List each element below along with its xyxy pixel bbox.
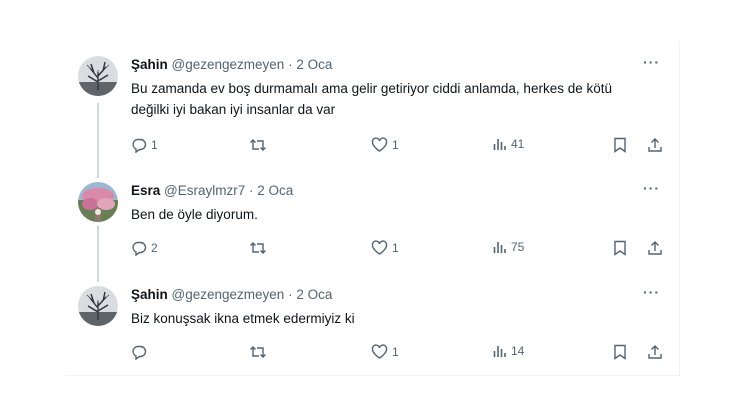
- separator-dot: ·: [288, 287, 293, 302]
- avatar[interactable]: [78, 56, 118, 96]
- views-chart-icon: [493, 139, 506, 150]
- more-options-icon[interactable]: ···: [643, 54, 660, 70]
- heart-icon: [371, 137, 388, 152]
- share-button[interactable]: [647, 240, 663, 256]
- reply-icon: [132, 345, 147, 360]
- like-count: 1: [392, 138, 399, 152]
- bookmark-button[interactable]: [613, 240, 627, 256]
- views-count: 14: [511, 344, 525, 358]
- tweet-date[interactable]: 2 Oca: [296, 57, 332, 72]
- tweet-header: Esra @Esraylmzr7 · 2 Oca: [131, 182, 293, 200]
- views-chart-icon: [493, 346, 506, 357]
- share-icon: [648, 241, 662, 255]
- views-button[interactable]: 75: [493, 240, 524, 254]
- tweet[interactable]: Şahin @gezengezmeyen · 2 Oca ··· Bu zama…: [66, 54, 680, 166]
- tweet-actions: 2 1 75: [131, 240, 671, 258]
- tweet[interactable]: Şahin @gezengezmeyen · 2 Oca ··· Biz kon…: [66, 284, 680, 366]
- share-icon: [648, 345, 662, 359]
- retweet-button[interactable]: [249, 137, 271, 153]
- retweet-button[interactable]: [249, 344, 271, 360]
- tweet[interactable]: Esra @Esraylmzr7 · 2 Oca ··· Ben de öyle…: [66, 180, 680, 262]
- avatar[interactable]: [78, 182, 118, 222]
- share-icon: [648, 138, 662, 152]
- like-count: 1: [392, 345, 399, 359]
- reply-icon: [132, 241, 147, 256]
- reply-icon: [132, 138, 147, 153]
- bookmark-icon: [614, 137, 626, 153]
- heart-icon: [371, 344, 388, 359]
- bookmark-button[interactable]: [613, 344, 627, 360]
- views-count: 75: [511, 240, 525, 254]
- tweet-header: Şahin @gezengezmeyen · 2 Oca: [131, 286, 332, 304]
- retweet-button[interactable]: [249, 240, 271, 256]
- author-handle[interactable]: @gezengezmeyen: [172, 287, 285, 302]
- views-count: 41: [511, 137, 525, 151]
- tweet-text: Biz konuşsak ikna etmek edermiyiz ki: [131, 311, 355, 326]
- tweet-actions: 1 14: [131, 344, 671, 362]
- bookmark-button[interactable]: [613, 137, 627, 153]
- share-button[interactable]: [647, 344, 663, 360]
- like-count: 1: [392, 241, 399, 255]
- like-button[interactable]: 1: [371, 137, 399, 153]
- tweet-header: Şahin @gezengezmeyen · 2 Oca: [131, 56, 332, 74]
- tweet-text: Ben de öyle diyorum.: [131, 207, 258, 222]
- blossom-avatar-icon: [78, 182, 118, 222]
- separator-dot: ·: [288, 57, 293, 72]
- reply-button[interactable]: [131, 344, 151, 360]
- more-options-icon[interactable]: ···: [643, 180, 660, 196]
- author-handle[interactable]: @gezengezmeyen: [172, 57, 285, 72]
- avatar[interactable]: [78, 286, 118, 326]
- bookmark-icon: [614, 344, 626, 360]
- tweet-date[interactable]: 2 Oca: [257, 183, 293, 198]
- retweet-icon: [250, 346, 266, 358]
- tweet-date[interactable]: 2 Oca: [296, 287, 332, 302]
- views-chart-icon: [493, 242, 506, 253]
- tweet-text: Bu zamanda ev boş durmamalı ama gelir ge…: [131, 81, 612, 117]
- bookmark-icon: [614, 240, 626, 256]
- author-name[interactable]: Şahin: [131, 57, 168, 72]
- share-button[interactable]: [647, 137, 663, 153]
- author-name[interactable]: Esra: [131, 183, 160, 198]
- like-button[interactable]: 1: [371, 344, 399, 360]
- reply-count: 2: [151, 241, 158, 255]
- retweet-icon: [250, 139, 266, 151]
- reply-button[interactable]: 1: [131, 137, 158, 153]
- tweet-actions: 1 1 41: [131, 137, 671, 155]
- separator-dot: ·: [249, 183, 254, 198]
- retweet-icon: [250, 242, 266, 254]
- tree-avatar-icon: [78, 56, 118, 96]
- author-handle[interactable]: @Esraylmzr7: [164, 183, 245, 198]
- heart-icon: [371, 240, 388, 255]
- reply-count: 1: [151, 138, 158, 152]
- reply-button[interactable]: 2: [131, 240, 158, 256]
- views-button[interactable]: 41: [493, 137, 524, 151]
- tree-avatar-icon: [78, 286, 118, 326]
- like-button[interactable]: 1: [371, 240, 399, 256]
- author-name[interactable]: Şahin: [131, 287, 168, 302]
- views-button[interactable]: 14: [493, 344, 524, 358]
- more-options-icon[interactable]: ···: [643, 284, 660, 300]
